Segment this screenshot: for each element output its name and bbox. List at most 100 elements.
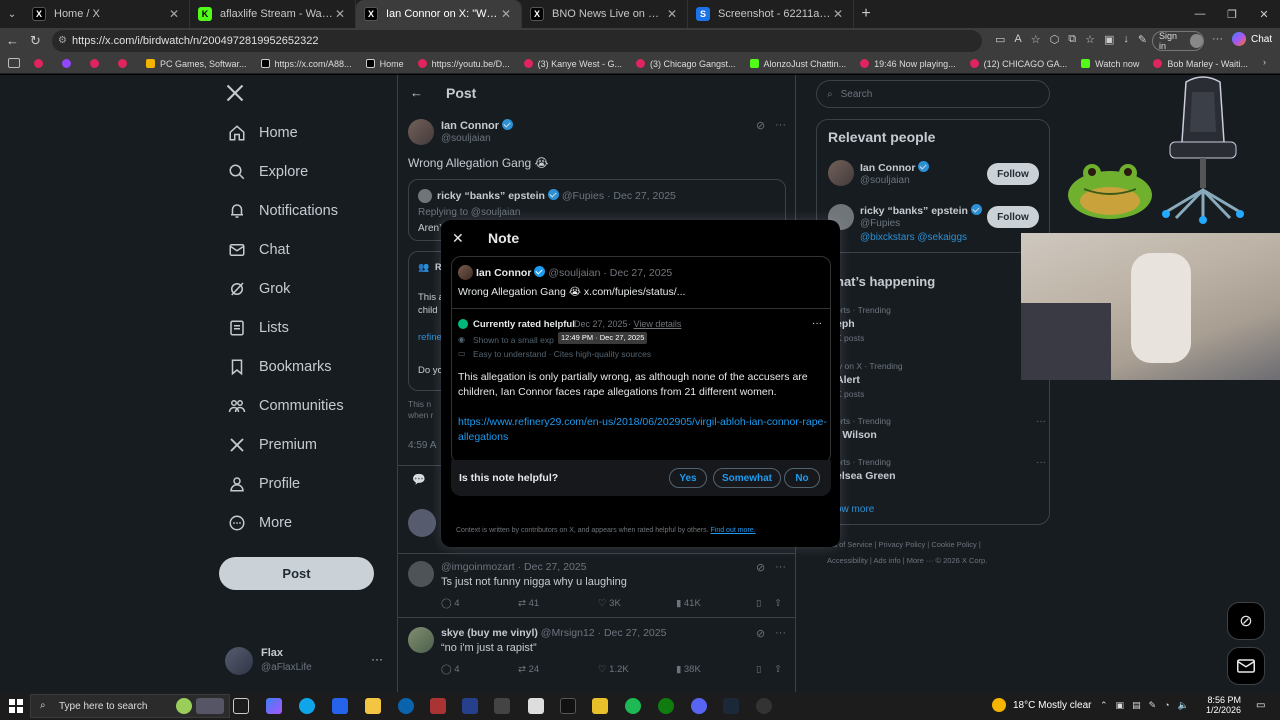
clock[interactable]: 8:56 PM 1/2/2026 <box>1205 695 1241 715</box>
sign-in-button[interactable]: Sign in <box>1152 31 1204 51</box>
spotify-icon[interactable] <box>625 698 641 714</box>
bookmark-item[interactable]: https://youtu.be/D... <box>417 59 510 69</box>
address-bar[interactable]: ⚙ https://x.com/i/birdwatch/n/2004972819… <box>52 30 982 52</box>
browser-tab[interactable]: S Screenshot - 62211a57a4f38069e ✕ <box>688 0 854 28</box>
kick-logo-icon <box>1081 59 1091 68</box>
find-out-more-link[interactable]: Find out more. <box>710 527 755 534</box>
app-icon[interactable] <box>494 698 510 714</box>
app-icon[interactable] <box>462 698 478 714</box>
tab-label: Home / X <box>54 8 100 20</box>
alien-icon <box>176 698 192 714</box>
extensions-icon[interactable]: ⬡ <box>1050 33 1060 46</box>
grok-icon: ⊘ <box>1239 613 1253 630</box>
close-icon[interactable]: ✕ <box>665 7 679 21</box>
more-dots-icon[interactable]: ··· <box>1212 33 1223 45</box>
chat-fab-button[interactable] <box>1227 647 1265 685</box>
file-explorer-icon[interactable] <box>365 698 381 714</box>
copilot-icon[interactable] <box>266 698 282 714</box>
reasons-icon: ▭ <box>458 349 466 358</box>
split-screen-icon[interactable]: ⧉ <box>1068 33 1076 46</box>
xbox-icon[interactable] <box>658 698 674 714</box>
tab-list-chevron-icon[interactable]: ⌄ <box>0 0 24 28</box>
bookmarks-overflow-icon[interactable]: › <box>1263 57 1266 67</box>
grok-fab-button[interactable]: ⊘ <box>1227 602 1265 640</box>
steam-icon[interactable] <box>723 698 739 714</box>
bookmark-item[interactable] <box>118 59 132 68</box>
discord-icon[interactable] <box>691 698 707 714</box>
tray-icon[interactable]: ✎ <box>1149 700 1157 711</box>
gaming-chair-image <box>1156 72 1250 224</box>
close-icon[interactable]: ✕ <box>333 7 347 21</box>
youtube-icon <box>118 59 127 68</box>
app-icon[interactable] <box>756 698 772 714</box>
maximize-icon[interactable]: ❐ <box>1216 8 1248 21</box>
tray-icon[interactable]: ◔ <box>1164 700 1169 711</box>
bookmark-item[interactable]: Watch now <box>1081 59 1139 69</box>
more-dots-icon[interactable]: ··· <box>812 318 822 329</box>
copilot-icon <box>1232 32 1246 46</box>
context-disclaimer: Context is written by contributors on X,… <box>456 527 709 534</box>
bookmark-item[interactable]: AlonzoJust Chattin... <box>749 59 846 69</box>
install-icon[interactable]: ▭ <box>995 33 1005 46</box>
rate-somewhat-button[interactable]: Somewhat <box>713 468 781 488</box>
browser-tab[interactable]: X BNO News Live on X: "New video ✕ <box>522 0 688 28</box>
outlook-icon[interactable] <box>398 698 414 714</box>
bookmark-item[interactable]: (12) CHICAGO GA... <box>969 59 1067 69</box>
favorite-star-icon[interactable]: ☆ <box>1031 33 1041 46</box>
app-icon[interactable] <box>430 698 446 714</box>
read-aloud-icon[interactable]: A <box>1014 33 1021 46</box>
youtube-icon <box>636 59 645 68</box>
rate-no-button[interactable]: No <box>784 468 820 488</box>
new-tab-plus-icon[interactable]: + <box>854 5 878 23</box>
site-info-icon[interactable]: ⚙ <box>58 30 67 52</box>
window-close-icon[interactable]: ✕ <box>1248 8 1280 21</box>
bookmark-item[interactable]: (3) Kanye West - G... <box>523 59 622 69</box>
view-details-link[interactable]: View details <box>634 319 682 329</box>
browser-tab[interactable]: K aflaxlife Stream - Watch Live on Ki ✕ <box>190 0 356 28</box>
notification-icon[interactable]: ▭ <box>1256 700 1265 711</box>
volume-icon[interactable]: 🔈 <box>1178 700 1189 711</box>
browser-tab-active[interactable]: X Ian Connor on X: "Wrong Allegatio ✕ <box>356 0 522 28</box>
note-source-link[interactable]: https://www.refinery29.com/en-us/2018/06… <box>458 415 828 445</box>
app-icon[interactable] <box>592 698 608 714</box>
close-icon[interactable]: ✕ <box>831 7 845 21</box>
close-icon[interactable]: ✕ <box>499 7 513 21</box>
collections-icon[interactable]: ▣ <box>1104 33 1114 46</box>
bookmark-item[interactable]: Home <box>365 59 404 69</box>
bookmark-item[interactable]: PC Games, Softwar... <box>146 59 247 69</box>
browser-toolbar: ← ↻ ⚙ https://x.com/i/birdwatch/n/200497… <box>0 28 1280 54</box>
browser-tab[interactable]: X Home / X ✕ <box>24 0 190 28</box>
app-icon[interactable] <box>528 698 544 714</box>
tray-icon[interactable]: ▣ <box>1116 700 1125 711</box>
edge-icon[interactable] <box>299 698 315 714</box>
bookmark-item[interactable]: (3) Chicago Gangst... <box>636 59 736 69</box>
youtube-icon <box>860 59 870 68</box>
minimize-icon[interactable]: — <box>1184 8 1216 20</box>
bookmark-item[interactable] <box>34 59 48 68</box>
bookmark-item[interactable]: Bob Marley - Waiti... <box>1153 59 1248 69</box>
task-view-icon[interactable] <box>233 698 249 714</box>
reload-icon[interactable]: ↻ <box>30 33 41 49</box>
store-icon[interactable] <box>332 698 348 714</box>
weather-text[interactable]: 18°C Mostly clear <box>1013 700 1091 711</box>
back-arrow-icon[interactable]: ← <box>6 33 19 48</box>
copilot-chat-button[interactable]: Chat <box>1232 32 1272 46</box>
bookmark-item[interactable]: 19:46 Now playing... <box>860 59 956 69</box>
tray-icon[interactable]: ▤ <box>1132 700 1141 711</box>
tab-actions-icon[interactable] <box>8 58 20 68</box>
close-icon[interactable]: ✕ <box>452 230 464 247</box>
downloads-icon[interactable]: ↓ <box>1123 33 1129 46</box>
bookmark-item[interactable]: https://x.com/A88... <box>260 59 352 69</box>
windows-start-icon[interactable] <box>9 699 23 713</box>
rate-yes-button[interactable]: Yes <box>669 468 707 488</box>
frog-image <box>1064 153 1156 223</box>
favorites-icon[interactable]: ☆ <box>1085 33 1095 46</box>
close-icon[interactable]: ✕ <box>167 7 181 21</box>
copilot-ext-icon[interactable]: ✎ <box>1138 33 1147 46</box>
avatar[interactable] <box>458 265 473 280</box>
bookmark-item[interactable] <box>62 59 76 68</box>
timestamp-tooltip: 12:49 PM · Dec 27, 2025 <box>558 332 648 344</box>
app-icon[interactable] <box>560 698 576 714</box>
bookmark-item[interactable] <box>90 59 104 68</box>
tray-icon[interactable]: ⌃ <box>1100 700 1108 711</box>
